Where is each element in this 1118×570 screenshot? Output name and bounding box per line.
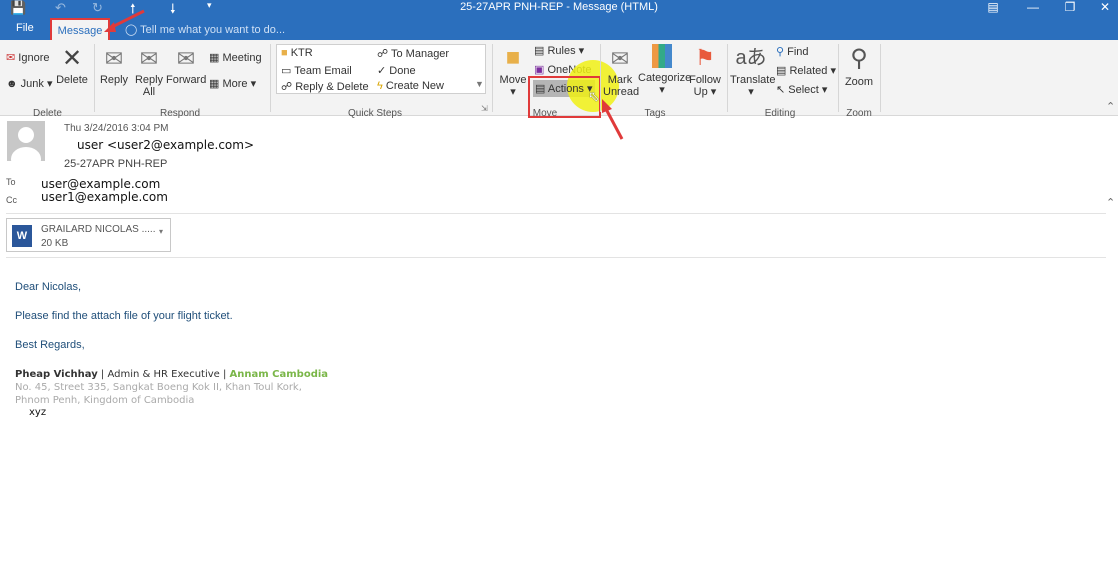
group-label-move: Move xyxy=(532,108,558,119)
meeting-button[interactable]: ▦ Meeting xyxy=(209,51,262,64)
quick-step-done[interactable]: ✓ Done xyxy=(377,64,416,77)
junk-icon: ☻ xyxy=(6,78,18,90)
related-button[interactable]: ▤ Related ▾ xyxy=(776,64,836,77)
body-closing: Best Regards, xyxy=(15,339,85,351)
avatar xyxy=(7,121,45,161)
categorize-icon xyxy=(652,44,672,68)
zoom-button[interactable]: ⚲ Zoom xyxy=(842,44,876,88)
select-button[interactable]: ↖ Select ▾ xyxy=(776,83,827,96)
attachment[interactable]: W GRAILARD NICOLAS ..... 20 KB ▾ xyxy=(6,218,171,252)
cc-label: Cc xyxy=(6,195,17,205)
maximize-button[interactable]: ❐ xyxy=(1055,0,1085,14)
tab-file[interactable]: File xyxy=(16,22,34,34)
delete-x-icon: ✕ xyxy=(61,45,83,72)
quick-step-ktr[interactable]: ■ KTR xyxy=(281,47,313,59)
rules-icon: ▤ xyxy=(534,45,545,57)
cc-recipient[interactable]: user1@example.com xyxy=(41,190,168,204)
folder-icon: ■ xyxy=(281,47,288,59)
reply-button[interactable]: ✉ Reply xyxy=(98,46,130,86)
reply-delete-icon: ☍ xyxy=(281,81,293,93)
translate-icon: aあ xyxy=(735,47,767,69)
quick-step-team-email[interactable]: ▭ Team Email xyxy=(281,64,352,77)
flag-icon: ⚑ xyxy=(695,45,715,70)
group-label-zoom: Zoom xyxy=(846,108,872,119)
attachment-name: GRAILARD NICOLAS ..... xyxy=(41,224,156,235)
close-button[interactable]: ✕ xyxy=(1090,0,1118,14)
body-greeting: Dear Nicolas, xyxy=(15,281,82,293)
more-icon: ▦ xyxy=(209,78,220,90)
translate-button[interactable]: aあ Translate ▾ xyxy=(730,44,775,98)
signature-name: Pheap Vichhay xyxy=(15,369,98,380)
related-icon: ▤ xyxy=(776,65,787,77)
dialog-launcher-icon[interactable]: ⇲ xyxy=(481,104,488,113)
to-recipient[interactable]: user@example.com xyxy=(41,177,160,191)
find-button[interactable]: ⚲ Find xyxy=(776,45,809,58)
annotation-arrow xyxy=(602,99,624,140)
check-icon: ✓ xyxy=(377,65,387,77)
signature-address-1: No. 45, Street 335, Sangkat Boeng Kok II… xyxy=(15,382,302,393)
zoom-icon: ⚲ xyxy=(850,45,868,72)
ribbon-display-icon[interactable]: ▤ xyxy=(978,0,1008,14)
delete-button[interactable]: ✕ Delete xyxy=(56,45,88,87)
mark-unread-icon: ✉ xyxy=(610,46,630,71)
signature-company: Annam Cambodia xyxy=(229,369,329,380)
collapse-header-icon[interactable]: ⌃ xyxy=(1106,196,1115,209)
quick-step-create-new[interactable]: ϟ Create New xyxy=(377,80,444,92)
group-label-editing: Editing xyxy=(764,108,796,119)
message-subject: 25-27APR PNH-REP xyxy=(64,158,168,170)
junk-button[interactable]: ☻ Junk ▾ xyxy=(6,77,52,90)
find-icon: ⚲ xyxy=(776,46,785,58)
group-label-delete: Delete xyxy=(33,108,62,119)
gallery-expand-icon[interactable]: ▼ xyxy=(475,79,484,89)
group-label-tags: Tags xyxy=(644,108,666,119)
window-title: 25-27APR PNH-REP - Message (HTML) xyxy=(460,1,658,13)
tell-me-search[interactable]: ◯ Tell me what you want to do... xyxy=(125,23,285,36)
quick-step-reply-delete[interactable]: ☍ Reply & Delete xyxy=(281,80,369,93)
sender[interactable]: user <user2@example.com> xyxy=(77,138,254,152)
ignore-icon: ✉ xyxy=(6,52,16,64)
rules-button[interactable]: ▤ Rules ▾ xyxy=(534,44,584,57)
quick-step-to-manager[interactable]: ☍ To Manager xyxy=(377,47,449,60)
email-icon: ▭ xyxy=(281,65,292,77)
group-label-quick-steps: Quick Steps xyxy=(348,108,402,119)
reply-icon: ✉ xyxy=(104,46,124,71)
reply-all-button[interactable]: ✉ Reply All xyxy=(133,46,165,98)
to-label: To xyxy=(6,177,16,187)
more-button[interactable]: ▦ More ▾ xyxy=(209,77,256,90)
select-icon: ↖ xyxy=(776,84,786,96)
ignore-button[interactable]: ✉ Ignore xyxy=(6,51,49,64)
onenote-icon: ▣ xyxy=(534,64,545,76)
move-folder-icon: ■ xyxy=(505,44,521,71)
signature-address-2: Phnom Penh, Kingdom of Cambodia xyxy=(15,395,195,406)
reply-all-icon: ✉ xyxy=(139,46,159,71)
attachment-size: 20 KB xyxy=(41,238,69,249)
signature: Pheap Vichhay | Admin & HR Executive | A… xyxy=(15,369,328,380)
forward-button[interactable]: ✉ Forward xyxy=(166,46,206,86)
body-line: Please find the attach file of your flig… xyxy=(15,310,233,322)
quick-steps-gallery: ■ KTR ☍ To Manager ▭ Team Email ✓ Done ☍… xyxy=(276,44,486,94)
message-date: Thu 3/24/2016 3:04 PM xyxy=(64,123,169,134)
lightning-icon: ϟ xyxy=(377,80,383,92)
manager-icon: ☍ xyxy=(377,48,389,60)
collapse-ribbon-icon[interactable]: ⌃ xyxy=(1106,100,1115,113)
follow-up-button[interactable]: ⚑ Follow Up ▾ xyxy=(688,44,722,98)
body-extra: xyz xyxy=(29,407,47,418)
attachment-dropdown-icon[interactable]: ▾ xyxy=(159,227,163,236)
categorize-button[interactable]: Categorize ▾ xyxy=(638,44,691,96)
word-file-icon: W xyxy=(12,225,32,247)
meeting-icon: ▦ xyxy=(209,52,220,64)
group-label-respond: Respond xyxy=(159,108,201,119)
minimize-button[interactable]: — xyxy=(1018,0,1048,14)
signature-title: | Admin & HR Executive | xyxy=(97,369,230,380)
lightbulb-icon: ◯ xyxy=(125,24,141,36)
mark-unread-button[interactable]: ✉ Mark Unread xyxy=(603,46,639,98)
move-button[interactable]: ■ Move ▾ xyxy=(498,44,528,98)
forward-icon: ✉ xyxy=(176,46,196,71)
